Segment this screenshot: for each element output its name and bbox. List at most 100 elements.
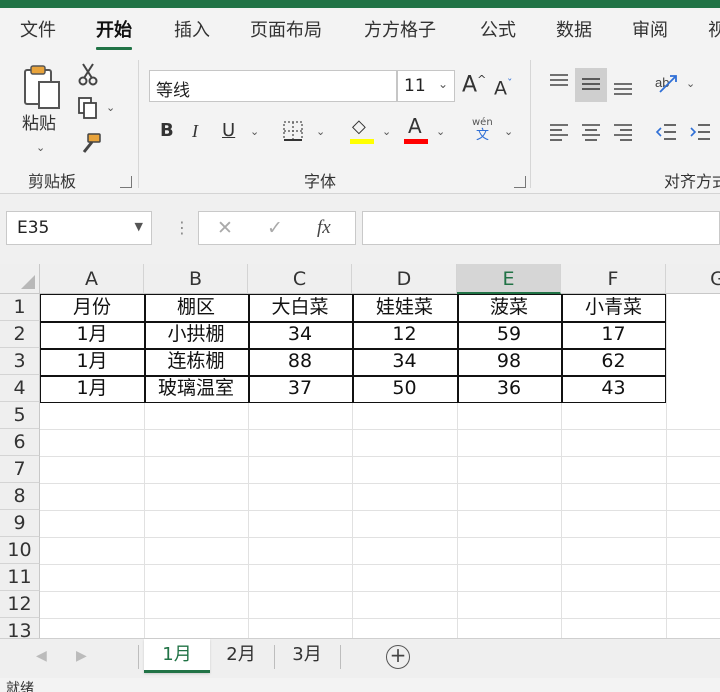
- table-cell[interactable]: 大白菜: [248, 294, 352, 321]
- align-middle-button[interactable]: [575, 68, 607, 102]
- table-cell[interactable]: 50: [352, 375, 457, 402]
- table-cell[interactable]: 菠菜: [457, 294, 561, 321]
- table-cell[interactable]: 37: [248, 375, 352, 402]
- table-cell[interactable]: 娃娃菜: [352, 294, 457, 321]
- formula-input[interactable]: [362, 211, 720, 245]
- orientation-dropdown-icon[interactable]: ⌄: [686, 78, 695, 89]
- borders-dropdown-icon[interactable]: ⌄: [316, 126, 325, 137]
- select-all-button[interactable]: [0, 264, 40, 294]
- paste-button[interactable]: 粘贴 ⌄: [20, 62, 66, 154]
- align-right-icon[interactable]: [612, 122, 634, 142]
- enter-icon[interactable]: ✓: [267, 217, 283, 239]
- tab-insert[interactable]: 插入: [174, 16, 210, 42]
- tab-page-layout[interactable]: 页面布局: [250, 16, 322, 42]
- insert-function-icon[interactable]: fx: [317, 217, 331, 239]
- grow-font-button[interactable]: A^: [462, 74, 486, 96]
- phonetic-dropdown-icon[interactable]: ⌄: [504, 126, 513, 137]
- row-header[interactable]: 7: [0, 456, 40, 483]
- row-header[interactable]: 3: [0, 348, 40, 375]
- borders-icon[interactable]: [282, 120, 304, 142]
- table-cell[interactable]: 34: [352, 348, 457, 375]
- row-header[interactable]: 8: [0, 483, 40, 510]
- table-cell[interactable]: 小拱棚: [144, 321, 248, 348]
- orientation-icon[interactable]: ab: [654, 72, 680, 94]
- tab-fangfang-gezi[interactable]: 方方格子: [364, 16, 436, 42]
- table-cell[interactable]: 17: [561, 321, 666, 348]
- align-center-icon[interactable]: [580, 122, 602, 142]
- table-cell[interactable]: 玻璃温室: [144, 375, 248, 402]
- tab-review[interactable]: 审阅: [632, 16, 668, 42]
- tab-file[interactable]: 文件: [20, 16, 56, 42]
- font-launcher-icon[interactable]: [514, 176, 526, 188]
- table-cell[interactable]: 1月: [40, 321, 144, 348]
- font-size-combobox[interactable]: 11 ⌄: [397, 70, 455, 102]
- font-color-button[interactable]: A: [404, 116, 428, 146]
- name-box[interactable]: E35 ▼: [6, 211, 152, 245]
- cancel-icon[interactable]: ✕: [217, 217, 233, 239]
- align-bottom-icon[interactable]: [612, 78, 634, 98]
- copy-dropdown-icon[interactable]: ⌄: [106, 102, 115, 113]
- column-header[interactable]: D: [352, 264, 457, 294]
- tab-view[interactable]: 视: [708, 16, 720, 42]
- bold-button[interactable]: B: [160, 122, 174, 140]
- table-cell[interactable]: 1月: [40, 375, 144, 402]
- row-header[interactable]: 5: [0, 402, 40, 429]
- scroll-left-icon[interactable]: ◀: [36, 648, 47, 664]
- table-cell[interactable]: 棚区: [144, 294, 248, 321]
- align-top-icon[interactable]: [548, 72, 570, 92]
- format-painter-icon[interactable]: [78, 132, 102, 156]
- table-cell[interactable]: 62: [561, 348, 666, 375]
- underline-button[interactable]: U: [222, 122, 235, 140]
- table-cell[interactable]: 连栋棚: [144, 348, 248, 375]
- more-options-icon[interactable]: ⋮: [174, 218, 190, 237]
- column-header[interactable]: A: [40, 264, 144, 294]
- sheet-tab-3[interactable]: 3月: [278, 639, 336, 673]
- font-name-combobox[interactable]: 等线: [149, 70, 397, 102]
- table-cell[interactable]: 月份: [40, 294, 144, 321]
- font-color-dropdown-icon[interactable]: ⌄: [436, 126, 445, 137]
- row-header[interactable]: 11: [0, 564, 40, 591]
- table-cell[interactable]: 36: [457, 375, 561, 402]
- row-header[interactable]: 2: [0, 321, 40, 348]
- sheet-tab-1[interactable]: 1月: [144, 639, 210, 673]
- row-header[interactable]: 4: [0, 375, 40, 402]
- clipboard-launcher-icon[interactable]: [120, 176, 132, 188]
- phonetic-guide-button[interactable]: wén 文: [470, 118, 498, 144]
- fill-dropdown-icon[interactable]: ⌄: [382, 126, 391, 137]
- column-header[interactable]: F: [561, 264, 666, 294]
- column-header[interactable]: G: [666, 264, 720, 294]
- tab-home[interactable]: 开始: [96, 16, 132, 50]
- row-header[interactable]: 1: [0, 294, 40, 321]
- row-header[interactable]: 13: [0, 618, 40, 638]
- table-cell[interactable]: 1月: [40, 348, 144, 375]
- table-cell[interactable]: 88: [248, 348, 352, 375]
- row-header[interactable]: 6: [0, 429, 40, 456]
- copy-button[interactable]: ⌄: [76, 96, 120, 122]
- table-cell[interactable]: 98: [457, 348, 561, 375]
- row-header[interactable]: 9: [0, 510, 40, 537]
- align-left-icon[interactable]: [548, 122, 570, 142]
- scroll-right-icon[interactable]: ▶: [76, 648, 87, 664]
- italic-button[interactable]: I: [192, 122, 198, 140]
- decrease-indent-icon[interactable]: [654, 122, 678, 142]
- table-cell[interactable]: 34: [248, 321, 352, 348]
- table-cell[interactable]: 小青菜: [561, 294, 666, 321]
- cut-icon[interactable]: [78, 62, 98, 86]
- underline-dropdown-icon[interactable]: ⌄: [250, 126, 259, 137]
- increase-indent-icon[interactable]: [688, 122, 712, 142]
- row-header[interactable]: 12: [0, 591, 40, 618]
- add-sheet-button[interactable]: +: [386, 645, 410, 669]
- tab-formulas[interactable]: 公式: [480, 16, 516, 42]
- row-header[interactable]: 10: [0, 537, 40, 564]
- paste-dropdown-icon[interactable]: ⌄: [36, 142, 45, 153]
- tab-data[interactable]: 数据: [556, 16, 592, 42]
- table-cell[interactable]: 43: [561, 375, 666, 402]
- sheet-tab-2[interactable]: 2月: [212, 639, 270, 673]
- fill-color-button[interactable]: ◇: [350, 118, 374, 146]
- table-cell[interactable]: 12: [352, 321, 457, 348]
- shrink-font-button[interactable]: Aˇ: [494, 78, 513, 98]
- column-header[interactable]: C: [248, 264, 352, 294]
- column-header-selected[interactable]: E: [457, 264, 561, 294]
- table-cell[interactable]: 59: [457, 321, 561, 348]
- name-box-dropdown-icon[interactable]: ▼: [135, 220, 143, 233]
